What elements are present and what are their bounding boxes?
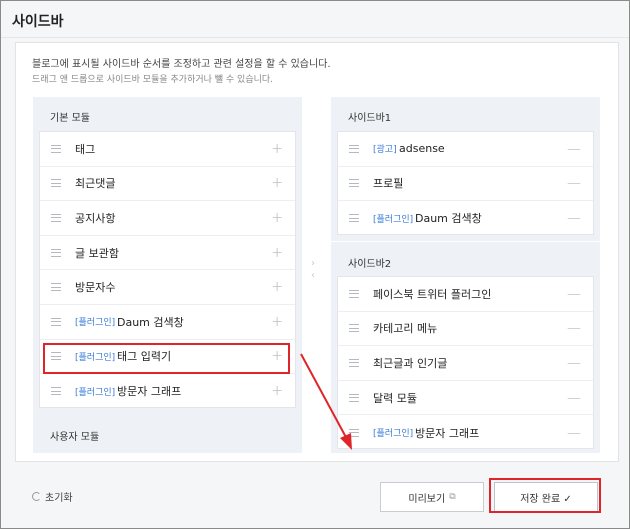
arrow-head [340, 433, 352, 450]
drag-arrow-annotation [300, 353, 352, 450]
external-link-icon: ⧉ [449, 492, 456, 502]
highlight-save-box [489, 478, 601, 513]
refresh-icon [32, 492, 41, 501]
preview-label: 미리보기 [408, 493, 446, 505]
preview-button[interactable]: 미리보기 ⧉ [380, 482, 484, 512]
arrow-line [300, 353, 349, 442]
reset-button[interactable]: 초기화 [32, 489, 73, 504]
reset-label: 초기화 [45, 493, 73, 504]
